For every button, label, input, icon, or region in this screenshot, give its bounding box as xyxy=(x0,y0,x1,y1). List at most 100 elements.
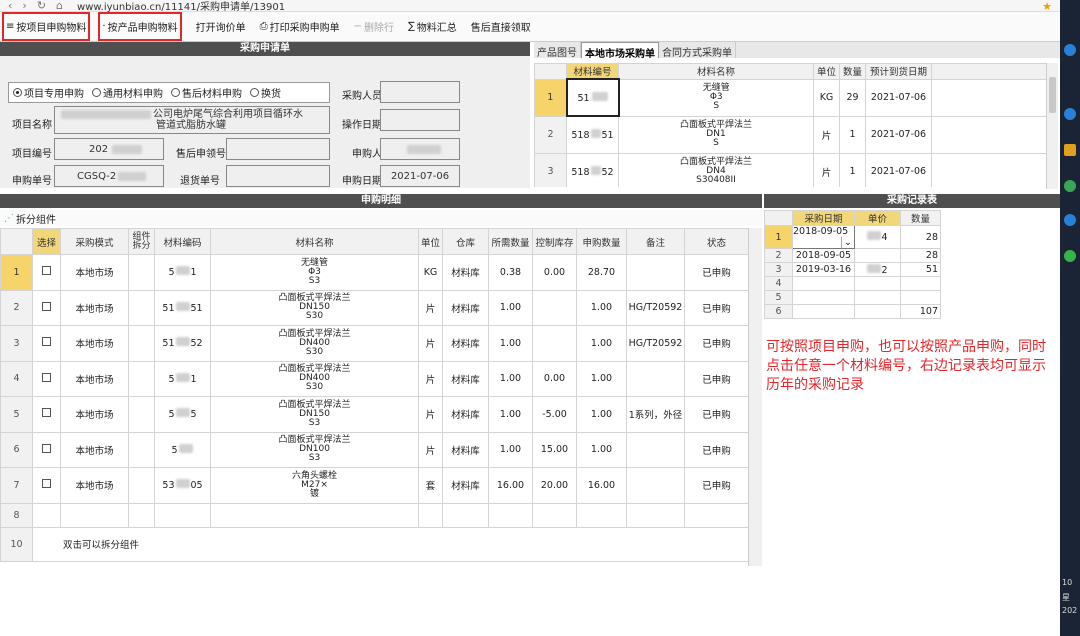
date-cell[interactable] xyxy=(792,290,855,305)
column-header[interactable]: 材料编码 xyxy=(154,228,211,255)
empty-cell[interactable] xyxy=(684,502,749,528)
column-header[interactable]: 材料名称 xyxy=(210,228,419,255)
remark-cell[interactable] xyxy=(626,431,685,468)
return-no-field[interactable] xyxy=(226,165,330,187)
top-grid-scrollbar[interactable] xyxy=(1046,63,1058,189)
table-row[interactable]: 5 xyxy=(764,290,941,305)
apply-no-field[interactable]: CGSQ-2 xyxy=(54,165,164,187)
column-header[interactable]: 状态 xyxy=(684,228,749,255)
column-header[interactable]: 数量 xyxy=(900,210,941,226)
detail-scrollbar[interactable] xyxy=(748,228,762,566)
empty-cell[interactable] xyxy=(488,502,533,528)
date-cell[interactable] xyxy=(792,276,855,291)
remark-cell[interactable] xyxy=(626,254,685,291)
date-cell[interactable]: 2019-03-16 xyxy=(792,262,855,277)
column-header[interactable]: 组件拆分 xyxy=(128,228,155,255)
material-code-cell[interactable]: 518 51 xyxy=(566,115,619,154)
need-qty-cell[interactable]: 1.00 xyxy=(488,325,533,362)
column-header[interactable]: 单位 xyxy=(418,228,443,255)
column-header[interactable]: 仓库 xyxy=(442,228,489,255)
empty-cell[interactable] xyxy=(576,502,627,528)
select-checkbox[interactable] xyxy=(32,396,61,433)
table-row[interactable]: 4 本地市场 5 1 凸面板式平焊法兰 DN400 S30 片材料库 1.00 0.00 1.00 已… xyxy=(0,360,749,397)
table-row[interactable]: 2 2018-09-05 28 xyxy=(764,248,941,263)
apply-qty-cell[interactable]: 1.00 xyxy=(576,325,627,362)
select-checkbox[interactable] xyxy=(32,289,61,326)
empty-cell[interactable] xyxy=(418,502,443,528)
table-row[interactable]: 4 xyxy=(764,276,941,291)
tab-product-drawing[interactable]: 产品图号 xyxy=(534,42,581,59)
applicant-field[interactable] xyxy=(380,138,460,160)
remark-cell[interactable]: HG/T20592 xyxy=(626,289,685,326)
split-cell[interactable] xyxy=(128,325,155,362)
folder-icon[interactable] xyxy=(1064,144,1076,156)
need-qty-cell[interactable]: 1.00 xyxy=(488,289,533,326)
back-icon[interactable]: ‹ xyxy=(8,0,12,12)
table-row[interactable]: 5 本地市场 5 5 凸面板式平焊法兰 DN150 S3 片材料库 1.00 -5.00 1.00 1… xyxy=(0,396,749,433)
table-row[interactable]: 3 518 52 凸面板式平焊法兰 DN4 S30408II 片 1 2021-07-… xyxy=(534,152,1046,187)
apply-qty-cell[interactable]: 1.00 xyxy=(576,360,627,397)
split-cell[interactable] xyxy=(128,431,155,468)
column-header[interactable]: 选择 xyxy=(32,228,61,255)
table-row[interactable]: 1 本地市场 5 1 无缝管 Φ3 S3 KG 材料库 0.38 0.00 28.70 已申购 xyxy=(0,254,749,291)
remark-cell[interactable]: 1系列，外径 xyxy=(626,396,685,433)
project-no-field[interactable]: 202 xyxy=(54,138,164,160)
column-header[interactable]: 单价 xyxy=(854,210,901,226)
material-code-cell[interactable]: 51 xyxy=(154,254,211,291)
table-row[interactable]: 1 51 无缝管 Φ3 S KG 29 2021-07-06 xyxy=(534,78,1046,117)
split-cell[interactable] xyxy=(128,467,155,504)
app-icon[interactable] xyxy=(1064,108,1076,120)
project-name-field[interactable]: 公司电炉尾气综合利用项目循环水 管道式脂肪水罐 xyxy=(54,106,330,134)
empty-cell[interactable] xyxy=(532,502,577,528)
empty-cell[interactable] xyxy=(442,502,489,528)
delete-row-button[interactable]: − 删除行 xyxy=(354,19,394,34)
remark-cell[interactable]: HG/T20592 xyxy=(626,325,685,362)
remark-cell[interactable] xyxy=(626,467,685,504)
app-icon[interactable] xyxy=(1064,44,1076,56)
column-header[interactable]: 材料名称 xyxy=(618,63,814,80)
table-row[interactable]: 3 本地市场 51 52 凸面板式平焊法兰 DN400 S30 片材料库 1.00 1.00 HG/… xyxy=(0,325,749,362)
forward-icon[interactable]: › xyxy=(22,0,26,12)
empty-cell[interactable] xyxy=(210,502,419,528)
op-date-field[interactable] xyxy=(380,109,460,131)
home-icon[interactable]: ⌂ xyxy=(56,0,63,12)
print-order-button[interactable]: ⎙ 打印采购申购单 xyxy=(260,19,340,34)
apply-qty-cell[interactable]: 1.00 xyxy=(576,431,627,468)
apply-qty-cell[interactable]: 1.00 xyxy=(576,289,627,326)
column-header[interactable]: 备注 xyxy=(626,228,685,255)
summary-button[interactable]: ∑ 物料汇总 xyxy=(408,19,457,34)
table-row[interactable]: 2 本地市场 51 51 凸面板式平焊法兰 DN150 S30 片材料库 1.00 1.00 HG/… xyxy=(0,289,749,326)
app-icon[interactable] xyxy=(1064,250,1076,262)
tab-contract[interactable]: 合同方式采购单 xyxy=(659,42,736,59)
table-row[interactable]: 3 2019-03-16 2 51 xyxy=(764,262,941,277)
scroll-thumb[interactable] xyxy=(1049,77,1056,113)
select-checkbox[interactable] xyxy=(32,467,61,504)
table-row[interactable]: 1 2018-09-05 ⌄ 4 28 xyxy=(764,225,941,249)
split-component-button[interactable]: 拆分组件 xyxy=(16,211,56,226)
material-code-cell[interactable]: 51 52 xyxy=(154,325,211,362)
empty-cell[interactable] xyxy=(154,502,211,528)
date-cell[interactable] xyxy=(792,304,855,319)
radio-exchange[interactable]: 换货 xyxy=(250,85,281,100)
split-cell[interactable] xyxy=(128,254,155,291)
material-code-cell[interactable]: 5 xyxy=(154,431,211,468)
chevron-down-icon[interactable]: ⌄ xyxy=(841,237,853,248)
select-checkbox[interactable] xyxy=(32,254,61,291)
column-header[interactable]: 预计到货日期 xyxy=(865,63,932,80)
need-qty-cell[interactable]: 1.00 xyxy=(488,431,533,468)
radio-after-sale[interactable]: 售后材料申购 xyxy=(171,85,242,100)
need-qty-cell[interactable]: 16.00 xyxy=(488,467,533,504)
after-sale-no-field[interactable] xyxy=(226,138,330,160)
table-row[interactable]: 10 双击可以拆分组件 xyxy=(0,526,749,562)
material-code-cell[interactable]: 53 05 xyxy=(154,467,211,504)
apply-qty-cell[interactable]: 16.00 xyxy=(576,467,627,504)
material-code-cell[interactable]: 51 xyxy=(154,360,211,397)
material-code-cell[interactable]: 518 52 xyxy=(566,152,619,187)
date-cell[interactable]: 2018-09-05 xyxy=(792,248,855,263)
table-row[interactable]: 7 本地市场 53 05 六角头螺栓 M27× 镀套材料库 16.00 20.00 16.00 已申… xyxy=(0,467,749,504)
column-header[interactable]: 采购模式 xyxy=(60,228,129,255)
empty-cell[interactable] xyxy=(32,502,61,528)
split-cell[interactable] xyxy=(128,289,155,326)
column-header[interactable]: 材料编号 xyxy=(566,63,619,80)
column-header[interactable]: 数量 xyxy=(839,63,866,80)
